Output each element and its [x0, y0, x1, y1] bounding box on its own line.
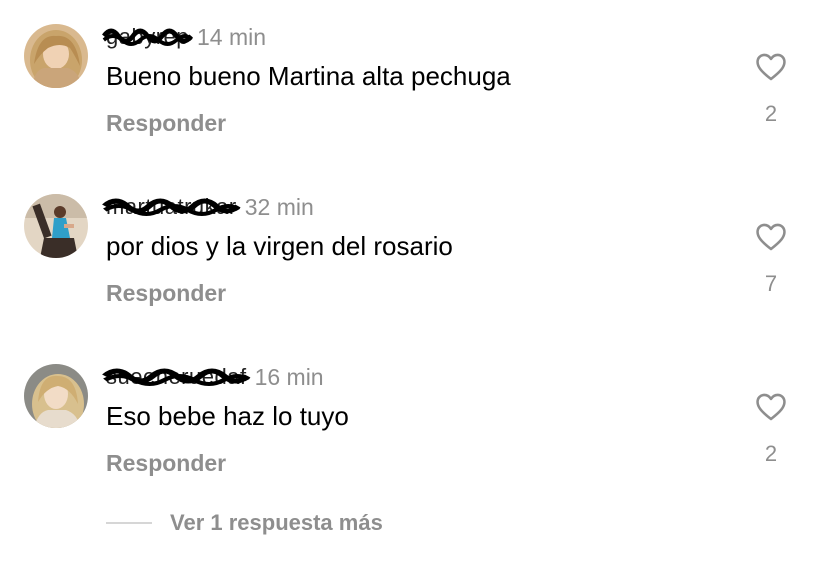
timestamp: 14 min [197, 24, 267, 50]
username[interactable]: sueeneruedaf [102, 362, 251, 392]
comment-meta: gabyrep 14 min [102, 22, 267, 52]
like-button[interactable] [754, 390, 788, 424]
like-button[interactable] [754, 50, 788, 84]
view-more-replies-label: Ver 1 respuesta más [170, 510, 383, 535]
reply-button[interactable]: Responder [106, 448, 226, 478]
username-text: sueeneruedaf [106, 364, 247, 389]
user-avatar-icon [24, 364, 88, 428]
heart-outline-icon [756, 393, 786, 421]
user-avatar-icon [24, 194, 88, 258]
avatar[interactable] [24, 364, 88, 428]
username[interactable]: martuatrukar [102, 192, 241, 222]
comment-item: sueeneruedaf 16 min Eso bebe haz lo tuyo… [0, 340, 828, 510]
comment-meta: martuatrukar 32 min [102, 192, 314, 222]
heart-outline-icon [756, 53, 786, 81]
like-count: 2 [764, 101, 778, 126]
heart-outline-icon [756, 223, 786, 251]
like-count: 2 [764, 441, 778, 466]
timestamp: 16 min [254, 364, 324, 390]
username[interactable]: gabyrep [102, 22, 193, 52]
avatar[interactable] [24, 194, 88, 258]
comment-item: martuatrukar 32 min por dios y la virgen… [0, 170, 828, 340]
comment-text: por dios y la virgen del rosario [106, 231, 453, 261]
avatar[interactable] [24, 24, 88, 88]
comment-item: gabyrep 14 min Bueno bueno Martina alta … [0, 0, 828, 170]
comment-text: Eso bebe haz lo tuyo [106, 401, 349, 431]
username-text: martuatrukar [106, 194, 237, 219]
username-text: gabyrep [106, 24, 190, 49]
reply-button[interactable]: Responder [106, 278, 226, 308]
like-count: 7 [764, 271, 778, 296]
view-more-replies-button[interactable]: Ver 1 respuesta más [106, 508, 383, 538]
timestamp: 32 min [244, 194, 314, 220]
comment-meta: sueeneruedaf 16 min [102, 362, 324, 392]
divider-line [106, 522, 152, 524]
like-button[interactable] [754, 220, 788, 254]
reply-button[interactable]: Responder [106, 108, 226, 138]
comment-text: Bueno bueno Martina alta pechuga [106, 61, 511, 91]
user-avatar-icon [24, 24, 88, 88]
